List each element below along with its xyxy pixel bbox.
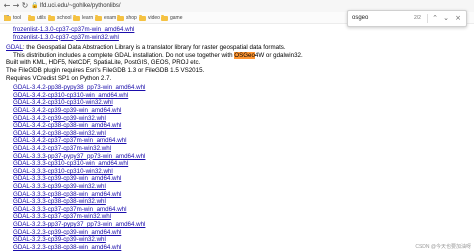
lock-icon[interactable]: 🔒	[31, 2, 38, 10]
bookmark-utils[interactable]: utils	[28, 14, 46, 22]
download-link[interactable]: GDAL-3.4.2-cp39-cp39-win32.whl	[13, 115, 106, 122]
download-link[interactable]: GDAL-3.2.3-cp38-cp38-win_amd64.whl	[13, 244, 121, 251]
url-field[interactable]: lfd.uci.edu/~gohlke/pythonlibs/	[40, 1, 121, 11]
download-link[interactable]: GDAL-3.4.2-cp39-cp39-win_amd64.whl	[13, 107, 121, 114]
download-link[interactable]: GDAL-3.4.2-pp38-pypy38_pp73-win_amd64.wh…	[13, 84, 145, 91]
download-link[interactable]: frozenlist-1.3.0-cp37-cp37m-win32.whl	[13, 34, 119, 41]
download-link[interactable]: GDAL-3.3.3-cp37-cp37m-win_amd64.whl	[13, 206, 127, 213]
bookmark-game[interactable]: game	[161, 14, 183, 22]
bookmark-label: game	[170, 15, 183, 21]
download-link[interactable]: GDAL-3.3.3-cp38-cp38-win32.whl	[13, 198, 106, 205]
page-content: frozenlist-1.3.0-cp37-cp37m-win_amd64.wh…	[0, 24, 474, 252]
search-highlight: OSGeo	[234, 51, 255, 59]
download-link[interactable]: GDAL-3.3.3-cp39-cp39-win_amd64.whl	[13, 175, 121, 182]
find-input[interactable]	[352, 13, 408, 23]
folder-icon	[139, 14, 146, 21]
package-note: The FileGDB plugin requires Esri's FileG…	[6, 67, 205, 74]
bookmark-exam[interactable]: exam	[95, 14, 116, 22]
folder-icon	[48, 14, 55, 21]
download-link[interactable]: GDAL-3.4.2-cp38-cp38-win32.whl	[13, 130, 106, 137]
package-description: GDAL: the Geospatial Data Abstraction Li…	[6, 44, 286, 51]
download-link[interactable]: GDAL-3.3.3-cp310-cp310-win_amd64.whl	[13, 160, 128, 167]
download-link[interactable]: GDAL-3.2.3-cp39-cp39-win_amd64.whl	[13, 229, 121, 236]
folder-icon	[161, 14, 168, 21]
bookmark-label: tool	[13, 15, 22, 21]
download-link[interactable]: GDAL-3.3.3-cp310-cp310-win32.whl	[13, 168, 113, 175]
chevron-down-icon[interactable]: ⌄	[441, 13, 451, 23]
download-link[interactable]: GDAL-3.3.3-cp37-cp37m-win32.whl	[13, 213, 111, 220]
reload-icon[interactable]: ↻	[20, 1, 30, 11]
download-link[interactable]: GDAL-3.4.2-cp38-cp38-win_amd64.whl	[13, 122, 121, 129]
download-link[interactable]: GDAL-3.4.2-cp310-cp310-win_amd64.whl	[13, 92, 128, 99]
bookmark-shop[interactable]: shop	[117, 14, 137, 22]
bookmark-label: video	[148, 15, 160, 21]
bookmark-learn[interactable]: learn	[73, 14, 93, 22]
bookmark-label: shop	[126, 15, 137, 21]
folder-icon	[4, 14, 11, 21]
bookmark-label: exam	[104, 15, 117, 21]
folder-icon	[73, 14, 80, 21]
download-link[interactable]: GDAL-3.4.2-cp37-cp37m-win32.whl	[13, 145, 111, 152]
bookmark-tool[interactable]: tool	[4, 14, 21, 22]
package-note: Built with KML, HDF5, NetCDF, SpatiaLite…	[6, 59, 201, 67]
folder-icon	[28, 14, 35, 21]
bookmark-video[interactable]: video	[139, 14, 160, 22]
download-link[interactable]: GDAL-3.2.3-pp37-pypy37_pp73-win_amd64.wh…	[13, 221, 145, 228]
folder-icon	[117, 14, 124, 21]
close-icon[interactable]: ×	[453, 13, 463, 23]
bookmark-school[interactable]: school	[48, 14, 71, 22]
bookmark-label: learn	[82, 15, 94, 21]
package-note: This distribution includes a complete GD…	[13, 51, 303, 59]
folder-icon	[95, 14, 102, 21]
download-link[interactable]: GDAL-3.3.3-cp38-cp38-win_amd64.whl	[13, 191, 121, 198]
watermark: CSDN @今天也要加油呀	[415, 244, 471, 250]
download-link[interactable]: GDAL-3.3.3-pp37-pypy37_pp73-win_amd64.wh…	[13, 153, 145, 160]
package-name-link[interactable]: GDAL	[6, 44, 23, 51]
download-link[interactable]: GDAL-3.3.3-cp39-cp39-win32.whl	[13, 183, 106, 190]
find-divider	[427, 14, 428, 23]
download-link[interactable]: GDAL-3.4.2-cp37-cp37m-win_amd64.whl	[13, 137, 127, 144]
package-note: Requires VCredist SP1 on Python 2.7.	[6, 74, 112, 82]
package-intro: : the Geospatial Data Abstraction Librar…	[22, 44, 286, 52]
bookmark-label: school	[57, 15, 72, 21]
download-link[interactable]: frozenlist-1.3.0-cp37-cp37m-win_amd64.wh…	[13, 26, 134, 33]
download-link[interactable]: GDAL-3.4.2-cp310-cp310-win32.whl	[13, 99, 113, 106]
chevron-up-icon[interactable]: ⌃	[430, 13, 440, 23]
bookmark-label: utils	[37, 15, 46, 21]
find-match-count: 2/2	[414, 15, 421, 21]
download-link[interactable]: GDAL-3.2.3-cp39-cp39-win32.whl	[13, 236, 106, 243]
